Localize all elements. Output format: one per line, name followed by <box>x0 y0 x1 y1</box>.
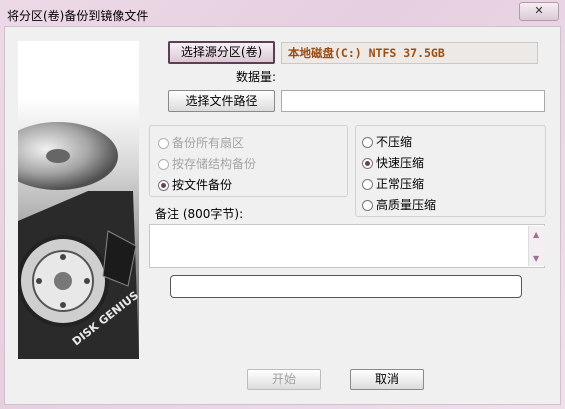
radio-label: 按存储结构备份 <box>172 157 257 171</box>
note-textarea[interactable] <box>149 224 545 268</box>
radio-icon <box>158 159 169 170</box>
note-label: 备注 (800字节): <box>155 207 244 221</box>
select-source-partition-label: 选择源分区(卷) <box>180 45 263 59</box>
select-file-path-button[interactable]: 选择文件路径 <box>168 90 275 112</box>
radio-icon <box>362 200 373 211</box>
radio-selected-icon <box>362 158 373 169</box>
select-file-path-label: 选择文件路径 <box>185 94 258 108</box>
select-source-partition-button[interactable]: 选择源分区(卷) <box>168 41 275 64</box>
radio-label: 备份所有扇区 <box>172 136 245 150</box>
title-bar[interactable]: 将分区(卷)备份到镜像文件 ✕ <box>0 0 565 26</box>
radio-icon <box>362 137 373 148</box>
radio-selected-icon <box>158 180 169 191</box>
radio-high-compression[interactable]: 高质量压缩 <box>362 197 436 213</box>
radio-label: 快速压缩 <box>376 156 425 170</box>
disk-genius-artwork: DISK GENIUS <box>18 41 139 359</box>
close-button[interactable]: ✕ <box>519 2 559 21</box>
radio-normal-compression[interactable]: 正常压缩 <box>362 176 424 192</box>
file-path-input[interactable] <box>281 90 545 112</box>
radio-no-compression[interactable]: 不压缩 <box>362 134 412 150</box>
cancel-button[interactable]: 取消 <box>350 369 424 390</box>
scroll-down-icon[interactable]: ▼ <box>533 254 539 263</box>
radio-backup-by-file[interactable]: 按文件备份 <box>158 177 232 193</box>
data-amount-label: 数据量: <box>236 70 277 84</box>
start-label: 开始 <box>271 372 296 386</box>
radio-label: 按文件备份 <box>172 178 233 192</box>
radio-label: 不压缩 <box>376 135 413 149</box>
progress-bar <box>170 275 522 298</box>
hard-disk-icon: DISK GENIUS <box>18 122 139 359</box>
radio-backup-all-sectors[interactable]: 备份所有扇区 <box>158 135 244 151</box>
note-scrollbar[interactable]: ▲ ▼ <box>528 226 545 266</box>
radio-icon <box>362 179 373 190</box>
start-button[interactable]: 开始 <box>247 369 321 390</box>
radio-fast-compression[interactable]: 快速压缩 <box>362 155 424 171</box>
backup-dialog: 将分区(卷)备份到镜像文件 ✕ DISK GENIUS 选择源分区(卷) 本地磁… <box>0 0 565 409</box>
radio-label: 高质量压缩 <box>376 198 437 212</box>
scroll-up-icon[interactable]: ▲ <box>533 230 539 239</box>
radio-icon <box>158 138 169 149</box>
radio-backup-by-structure[interactable]: 按存储结构备份 <box>158 156 256 172</box>
dialog-title: 将分区(卷)备份到镜像文件 <box>7 9 149 23</box>
close-icon: ✕ <box>534 4 544 17</box>
radio-label: 正常压缩 <box>376 177 425 191</box>
cancel-label: 取消 <box>374 372 399 386</box>
source-partition-display: 本地磁盘(C:) NTFS 37.5GB <box>281 42 538 64</box>
